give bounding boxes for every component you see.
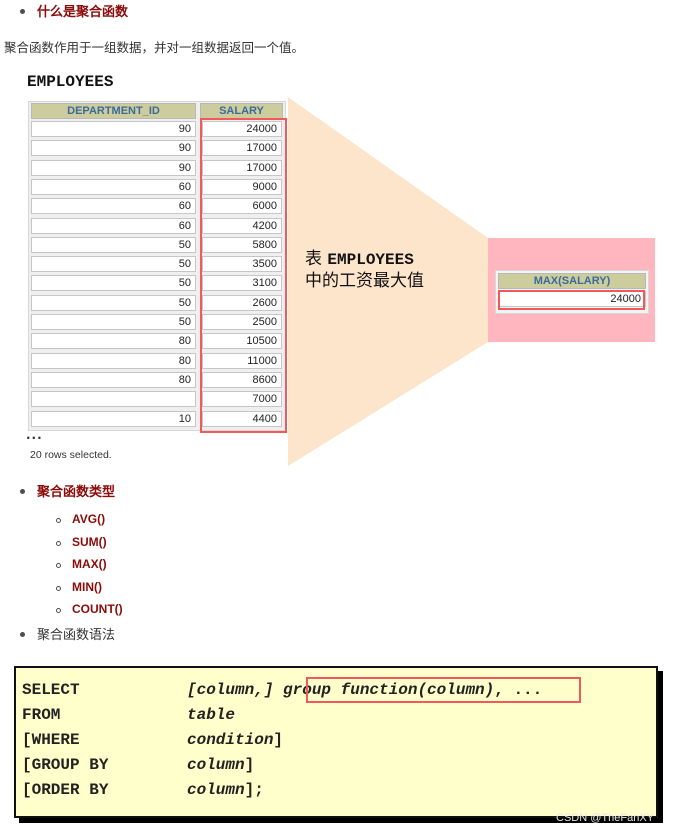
department-id-cell: 50	[31, 294, 196, 311]
department-id-cell: 50	[31, 314, 196, 330]
circle-bullet-icon	[56, 563, 61, 568]
syntax-keyword: [WHERE	[22, 731, 80, 749]
column-header-salary: SALARY	[200, 103, 283, 119]
syntax-arg-suffix: ]	[273, 731, 284, 749]
function-item: MAX()	[72, 557, 107, 571]
department-id-cell: 60	[31, 198, 196, 215]
section-heading-syntax: 聚合函数语法	[37, 628, 116, 643]
department-id-cell: 50	[31, 256, 196, 273]
syntax-keyword: [ORDER BY	[22, 781, 109, 799]
department-id-cell: 90	[31, 159, 196, 176]
salary-highlight	[200, 118, 287, 433]
syntax-arg-value: column	[187, 756, 245, 774]
department-id-cell: 10	[31, 410, 196, 427]
watermark: CSDN @TheFanXY	[556, 812, 654, 824]
function-item: SUM()	[72, 534, 107, 549]
syntax-arg-value: table	[187, 706, 236, 724]
circle-bullet-icon	[56, 608, 61, 613]
section-heading-types: 聚合函数类型	[37, 485, 116, 500]
syntax-keyword: [GROUP BY	[22, 756, 109, 774]
bullet-icon	[20, 489, 25, 494]
syntax-arg-column: [column,]	[187, 681, 284, 699]
function-item: AVG()	[72, 512, 106, 526]
syntax-arg-value: column	[187, 781, 245, 799]
column-header-department-id: DEPARTMENT_ID	[31, 103, 196, 119]
callout-text-line2: 中的工资最大值	[305, 271, 424, 291]
function-item: COUNT()	[72, 602, 123, 616]
syntax-argument: column]	[187, 756, 254, 774]
department-id-cell: 80	[31, 371, 196, 388]
department-id-cell: 90	[31, 121, 196, 137]
syntax-keyword: SELECT	[22, 681, 80, 699]
rows-selected: 20 rows selected.	[30, 449, 112, 461]
syntax-argument: condition]	[187, 731, 283, 749]
syntax-arg-value: condition	[187, 731, 274, 749]
result-highlight	[498, 290, 645, 310]
department-id-cell: 80	[31, 333, 196, 350]
result-column-header: MAX(SALARY)	[498, 273, 646, 289]
circle-bullet-icon	[56, 540, 61, 546]
department-id-cell	[31, 391, 196, 408]
ellipsis: ...	[26, 428, 43, 442]
syntax-keyword: FROM	[22, 706, 61, 724]
department-id-cell: 80	[31, 352, 196, 369]
syntax-argument: table	[187, 706, 235, 724]
group-function-highlight	[306, 677, 581, 703]
circle-bullet-icon	[56, 518, 61, 523]
department-id-cell: 90	[31, 140, 196, 157]
circle-bullet-icon	[56, 585, 61, 591]
department-id-cell: 60	[31, 178, 196, 195]
department-id-cell: 50	[31, 236, 196, 253]
syntax-arg-suffix: ];	[244, 781, 264, 799]
department-id-cell: 60	[31, 217, 196, 234]
function-item: MIN()	[72, 579, 102, 594]
bullet-icon	[20, 632, 25, 637]
syntax-arg-suffix: ]	[244, 756, 255, 774]
department-id-cell: 50	[31, 275, 196, 292]
syntax-argument: column];	[187, 781, 264, 799]
